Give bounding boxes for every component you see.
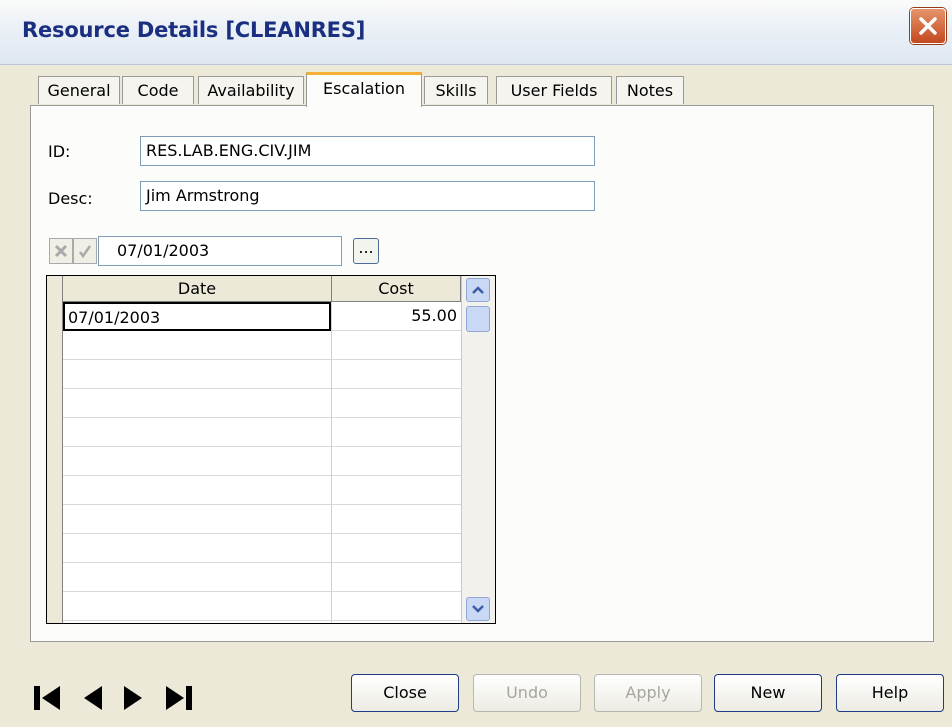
table-row[interactable] xyxy=(63,592,461,621)
first-record-icon[interactable] xyxy=(30,680,66,716)
column-header-date[interactable]: Date xyxy=(63,276,332,302)
table-row[interactable] xyxy=(63,563,461,592)
row-indicator-column xyxy=(47,276,63,623)
date-edit-field[interactable]: 07/01/2003 xyxy=(98,236,342,266)
tab-escalation[interactable]: Escalation xyxy=(306,72,422,107)
table-row[interactable]: 07/01/2003 55.00 xyxy=(63,302,461,331)
id-field[interactable]: RES.LAB.ENG.CIV.JIM xyxy=(140,136,595,166)
table-row[interactable] xyxy=(63,331,461,360)
title-bar[interactable]: Resource Details [CLEANRES] xyxy=(0,0,952,65)
desc-field[interactable]: Jim Armstrong xyxy=(140,181,595,211)
id-label: ID: xyxy=(48,142,71,161)
tab-skills[interactable]: Skills xyxy=(424,76,488,104)
table-row[interactable] xyxy=(63,360,461,389)
table-row[interactable] xyxy=(63,476,461,505)
checkmark-icon xyxy=(79,245,92,258)
table-row[interactable] xyxy=(63,389,461,418)
close-icon xyxy=(919,17,937,35)
cross-icon xyxy=(54,244,68,258)
table-row[interactable] xyxy=(63,534,461,563)
scroll-up-button[interactable] xyxy=(466,278,490,302)
table-row[interactable] xyxy=(63,505,461,534)
column-header-cost[interactable]: Cost xyxy=(332,276,461,302)
table-row[interactable] xyxy=(63,447,461,476)
resource-details-dialog: Resource Details [CLEANRES] General Code… xyxy=(0,0,952,727)
new-button[interactable]: New xyxy=(714,674,822,712)
next-record-icon[interactable] xyxy=(116,680,152,716)
window-title: Resource Details [CLEANRES] xyxy=(22,18,366,42)
help-button[interactable]: Help xyxy=(836,674,944,712)
desc-label: Desc: xyxy=(48,189,93,208)
close-window-button[interactable] xyxy=(910,8,946,44)
cancel-edit-button[interactable] xyxy=(49,238,73,264)
chevron-down-icon xyxy=(472,605,484,613)
scroll-down-button[interactable] xyxy=(466,597,490,621)
close-button[interactable]: Close xyxy=(351,674,459,712)
last-record-icon[interactable] xyxy=(160,680,196,716)
tab-user-fields[interactable]: User Fields xyxy=(496,76,612,104)
cost-cell[interactable]: 55.00 xyxy=(332,302,461,331)
escalation-grid: Date Cost 07/01/2003 55.00 xyxy=(46,275,496,624)
previous-record-icon[interactable] xyxy=(74,680,110,716)
date-picker-button[interactable]: ... xyxy=(353,238,379,264)
tab-code[interactable]: Code xyxy=(122,76,194,104)
grid-vertical-scrollbar[interactable] xyxy=(461,276,495,623)
apply-button[interactable]: Apply xyxy=(594,674,702,712)
undo-button[interactable]: Undo xyxy=(473,674,581,712)
table-row[interactable] xyxy=(63,418,461,447)
scroll-thumb[interactable] xyxy=(466,306,490,332)
confirm-edit-button[interactable] xyxy=(73,238,97,264)
chevron-up-icon xyxy=(472,286,484,294)
tab-availability[interactable]: Availability xyxy=(198,76,304,104)
date-cell[interactable]: 07/01/2003 xyxy=(63,302,331,331)
tab-general[interactable]: General xyxy=(38,76,120,104)
tab-notes[interactable]: Notes xyxy=(616,76,684,104)
